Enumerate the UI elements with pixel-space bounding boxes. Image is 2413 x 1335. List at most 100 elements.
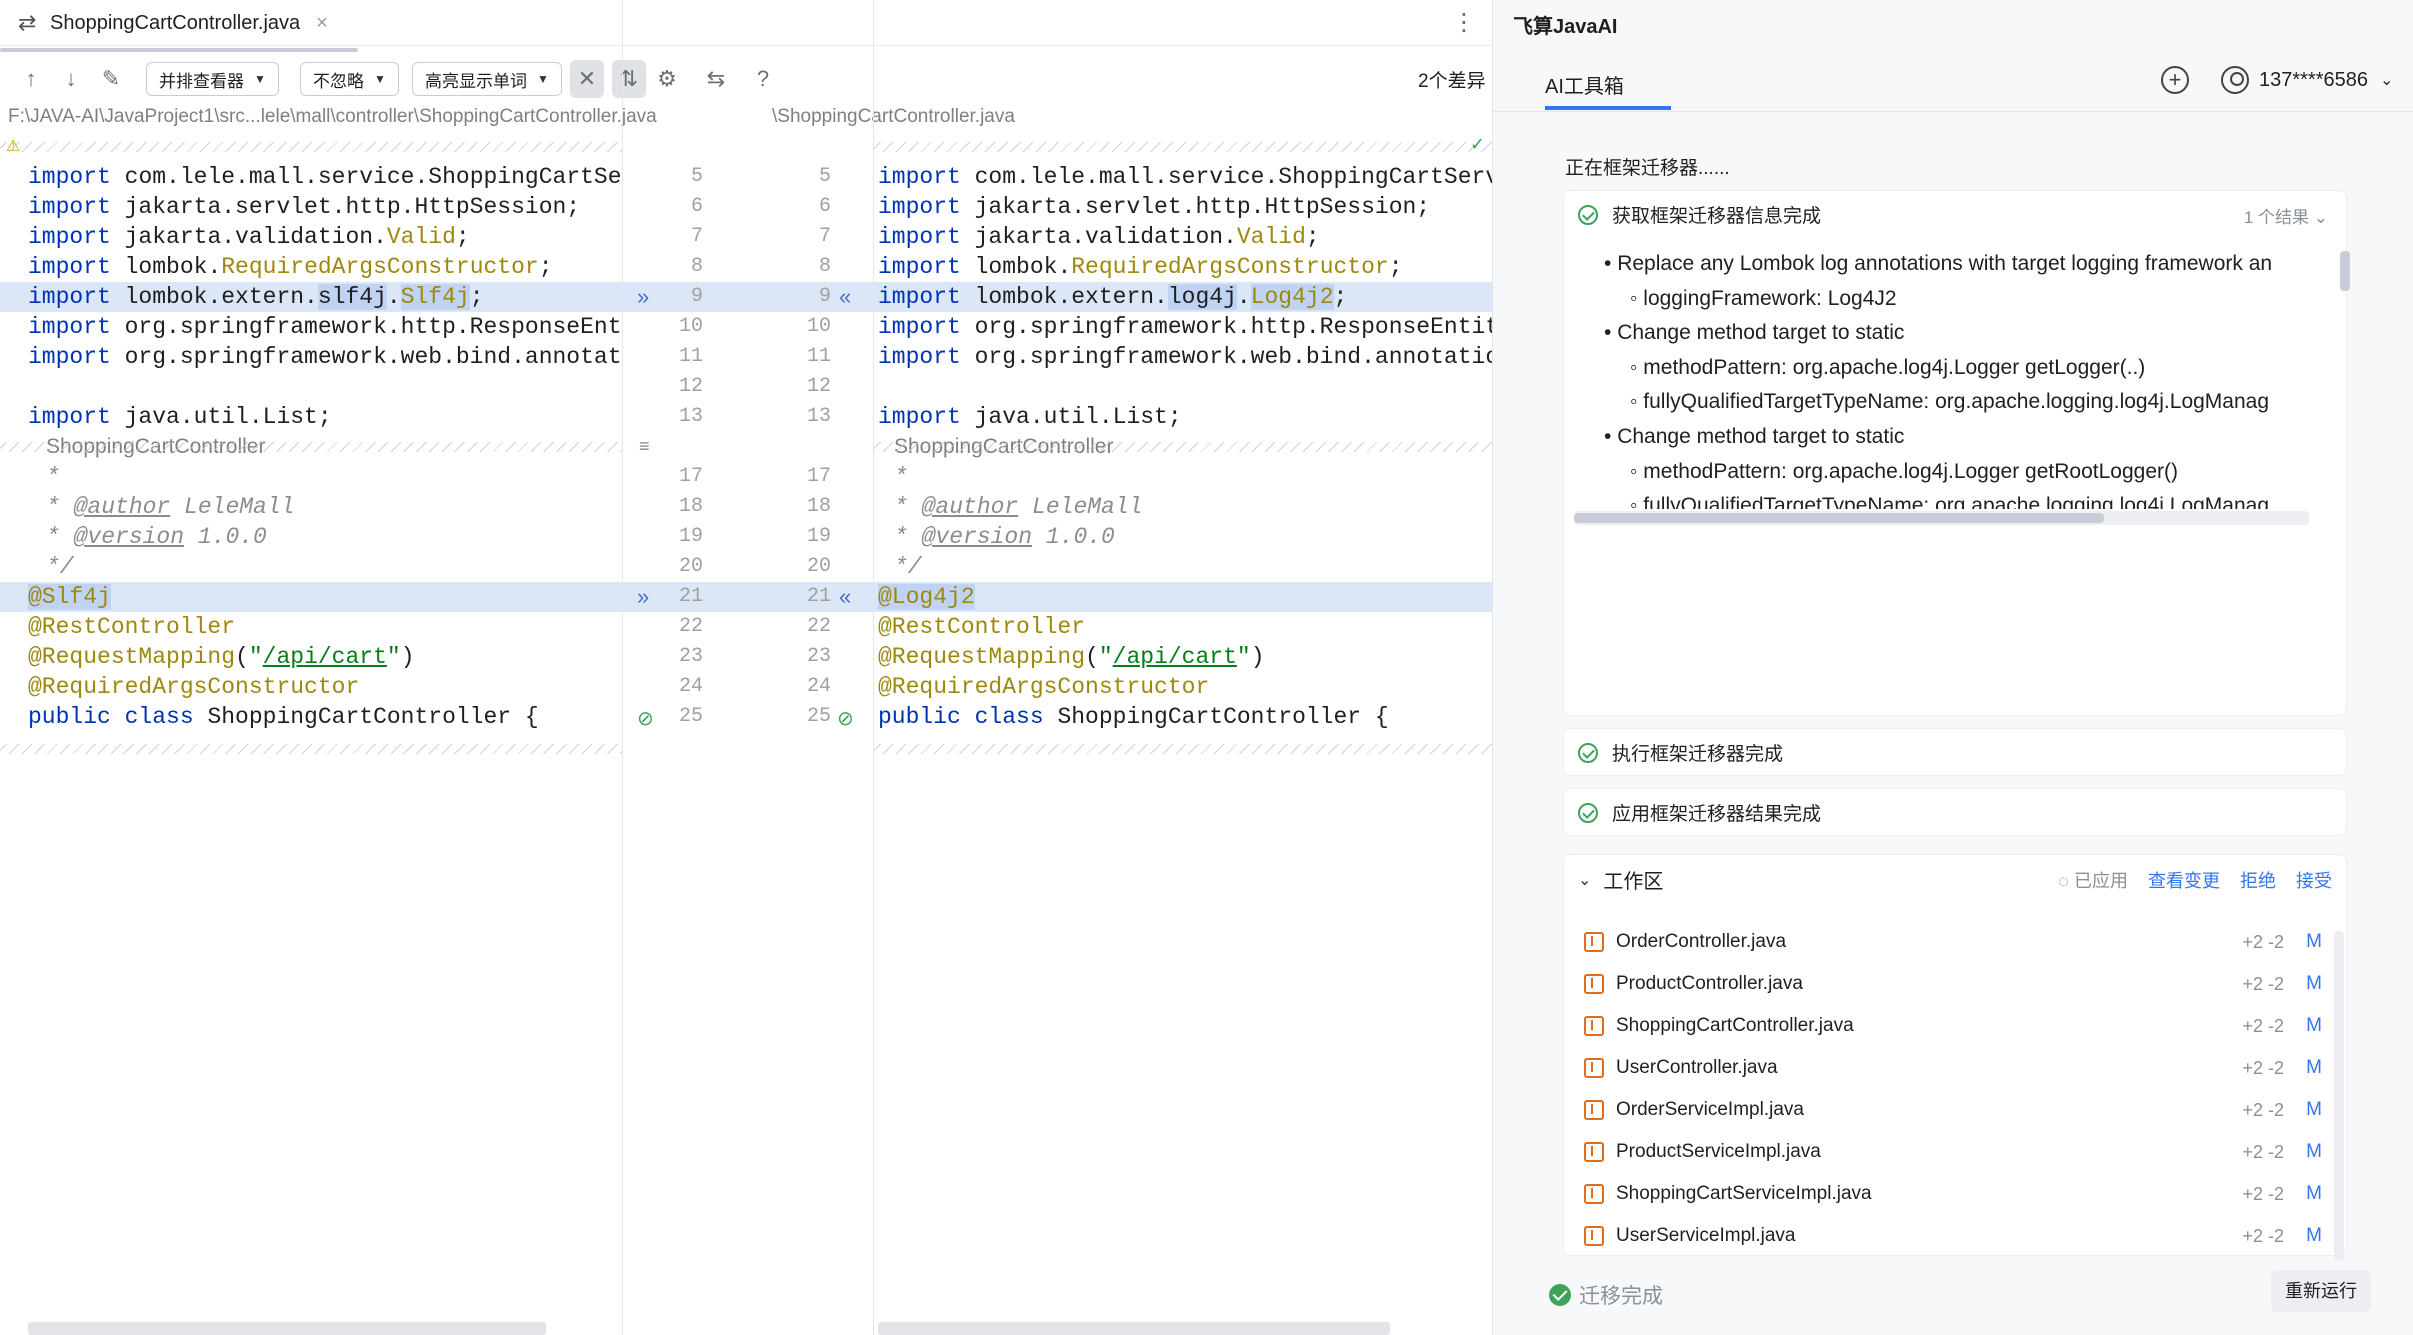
line-number: 5 (690, 165, 703, 188)
step-card-execute[interactable]: 执行框架迁移器完成 (1563, 728, 2347, 776)
rerun-button[interactable]: 重新运行 (2271, 1270, 2371, 1312)
recipe-item-text: methodPattern: org.apache.log4j.Logger g… (1643, 459, 2178, 483)
scroll-thumb[interactable] (1574, 513, 2104, 523)
applied-status: ◌ 已应用 (2058, 871, 2128, 891)
recipe-list: • Replace any Lombok log annotations wit… (1604, 247, 2339, 509)
code-line: public class ShoppingCartController { (28, 704, 539, 730)
changed-file-row[interactable]: UserServiceImpl.java +2 -2 M (1584, 1215, 2344, 1257)
apply-left-icon[interactable]: « (839, 582, 851, 612)
add-icon[interactable]: + (2161, 66, 2189, 94)
file-status-badge: M (2306, 1225, 2322, 1246)
check-circle-icon (1549, 1284, 1571, 1306)
fold-icon[interactable]: ≡ (639, 436, 650, 457)
migration-status: 正在框架迁移器...... (1565, 158, 1730, 179)
code-line: * @version 1.0.0 (46, 524, 267, 550)
file-name: OrderServiceImpl.java (1616, 1099, 1804, 1120)
line-number: 17 (806, 465, 831, 488)
file-diff-stat: +2 -2 (2242, 931, 2284, 952)
code-line: * (46, 464, 60, 490)
horizontal-scrollbar[interactable] (1574, 511, 2309, 525)
step-card-apply[interactable]: 应用框架迁移器结果完成 (1563, 788, 2347, 836)
changed-file-row[interactable]: ShoppingCartServiceImpl.java +2 -2 M (1584, 1173, 2344, 1215)
step-label: 获取框架迁移器信息完成 (1612, 206, 1822, 227)
code-line: @RequiredArgsConstructor (878, 674, 1210, 700)
collapsed-region-marker (0, 442, 622, 452)
file-diff-stat: +2 -2 (2242, 1057, 2284, 1078)
line-number: 6 (818, 195, 831, 218)
changed-file-row[interactable]: OrderServiceImpl.java +2 -2 M (1584, 1089, 2344, 1131)
java-file-icon (1584, 932, 1604, 952)
changed-file-row[interactable]: UserController.java +2 -2 M (1584, 1047, 2344, 1089)
file-status-badge: M (2306, 1015, 2322, 1036)
tab-ai-toolbox[interactable]: AI工具箱 (1545, 70, 1624, 99)
step-header[interactable]: 获取框架迁移器信息完成 (1578, 201, 1821, 228)
changed-file-row[interactable]: ProductController.java +2 -2 M (1584, 963, 2344, 1005)
no-change-icon: ⊘ (637, 708, 654, 730)
java-file-icon (1584, 1016, 1604, 1036)
line-number: 21 (678, 585, 703, 608)
file-status-badge: M (2306, 1183, 2322, 1204)
step-header: 应用框架迁移器结果完成 (1578, 799, 1821, 826)
migration-done: 迁移完成 (1549, 1280, 1663, 1310)
check-circle-icon (1578, 802, 1598, 823)
changed-file-row[interactable]: OrderController.java +2 -2 M (1584, 921, 2344, 963)
apply-right-icon[interactable]: » (637, 282, 649, 312)
line-number: 6 (690, 195, 703, 218)
step-label: 执行框架迁移器完成 (1612, 744, 1784, 765)
ai-panel: 飞算JavaAI AI工具箱 + 137****6586 ⌄ 正在框架迁移器..… (1492, 0, 2413, 1335)
reject-link[interactable]: 拒绝 (2240, 867, 2276, 893)
line-number: 9 (818, 285, 831, 308)
java-file-icon (1584, 1100, 1604, 1120)
line-number: 9 (690, 285, 703, 308)
workspace-actions: ◌ 已应用 查看变更 拒绝 接受 (2058, 867, 2332, 893)
result-count[interactable]: 1 个结果 ⌄ (2244, 203, 2328, 228)
file-diff-stat: +2 -2 (2242, 973, 2284, 994)
workspace-label: 工作区 (1603, 871, 1664, 893)
recipe-item: ◦ methodPattern: org.apache.log4j.Logger… (1630, 351, 2145, 385)
file-diff-stat: +2 -2 (2242, 1015, 2284, 1036)
right-code-pane[interactable]: import com.lele.mall.service.ShoppingCar… (874, 0, 1492, 1335)
line-number: 25 (678, 705, 703, 728)
view-changes-link[interactable]: 查看变更 (2148, 867, 2220, 893)
done-label: 迁移完成 (1579, 1285, 1663, 1308)
recipe-item: ◦ loggingFramework: Log4J2 (1630, 282, 1897, 316)
code-line: import jakarta.validation.Valid; (28, 224, 470, 250)
recipe-item-text: fullyQualifiedTargetTypeName: org.apache… (1643, 390, 2270, 414)
recipe-item: • Change method target to static (1604, 420, 1904, 454)
workspace-header[interactable]: ⌄ 工作区 (1578, 865, 1663, 894)
recipe-item: ◦ fullyQualifiedTargetTypeName: org.apac… (1630, 385, 2269, 419)
recipe-item-text: Change method target to static (1617, 425, 1905, 448)
step-card-info: 获取框架迁移器信息完成 1 个结果 ⌄ • Replace any Lombok… (1563, 190, 2350, 716)
changed-file-row[interactable]: ShoppingCartController.java +2 -2 M (1584, 1005, 2344, 1047)
line-number: 18 (678, 495, 703, 518)
apply-right-icon[interactable]: » (637, 582, 649, 612)
apply-left-icon[interactable]: « (839, 282, 851, 312)
circle-bullet-icon: ◦ (1630, 459, 1644, 483)
vertical-scrollbar[interactable] (2340, 251, 2350, 291)
code-line: * (894, 464, 908, 490)
left-horizontal-scrollbar[interactable] (28, 1322, 546, 1335)
file-diff-stat: +2 -2 (2242, 1183, 2284, 1204)
changed-file-row[interactable]: ProductServiceImpl.java +2 -2 M (1584, 1131, 2344, 1173)
file-diff-stat: +2 -2 (2242, 1099, 2284, 1120)
changed-code-line: @Slf4j (0, 582, 622, 612)
line-number: 13 (678, 405, 703, 428)
code-line: @RequestMapping("/api/cart") (878, 644, 1265, 670)
step-header: 执行框架迁移器完成 (1578, 739, 1783, 766)
bullet-icon: • (1604, 425, 1618, 448)
user-menu[interactable]: 137****6586 ⌄ (2221, 66, 2393, 94)
left-code-pane[interactable]: import com.lele.mall.service.ShoppingCar… (0, 0, 622, 1335)
file-name: ShoppingCartServiceImpl.java (1616, 1183, 1872, 1204)
recipe-item-text: Replace any Lombok log annotations with … (1617, 252, 2273, 275)
right-horizontal-scrollbar[interactable] (878, 1322, 1390, 1335)
no-change-icon: ⊘ (837, 708, 854, 730)
code-line: import org.springframework.http.Response… (878, 314, 1492, 340)
applied-label: 已应用 (2074, 871, 2128, 891)
recipe-item: ◦ fullyQualifiedTargetTypeName: org.apac… (1630, 489, 2269, 509)
code-line: import org.springframework.http.Response… (28, 314, 622, 340)
code-line: import lombok.RequiredArgsConstructor; (878, 254, 1403, 280)
vertical-scrollbar[interactable] (2334, 931, 2344, 1261)
changed-code-line: import lombok.extern.slf4j.Slf4j; (0, 282, 622, 312)
accept-link[interactable]: 接受 (2296, 867, 2332, 893)
line-number: 20 (806, 555, 831, 578)
